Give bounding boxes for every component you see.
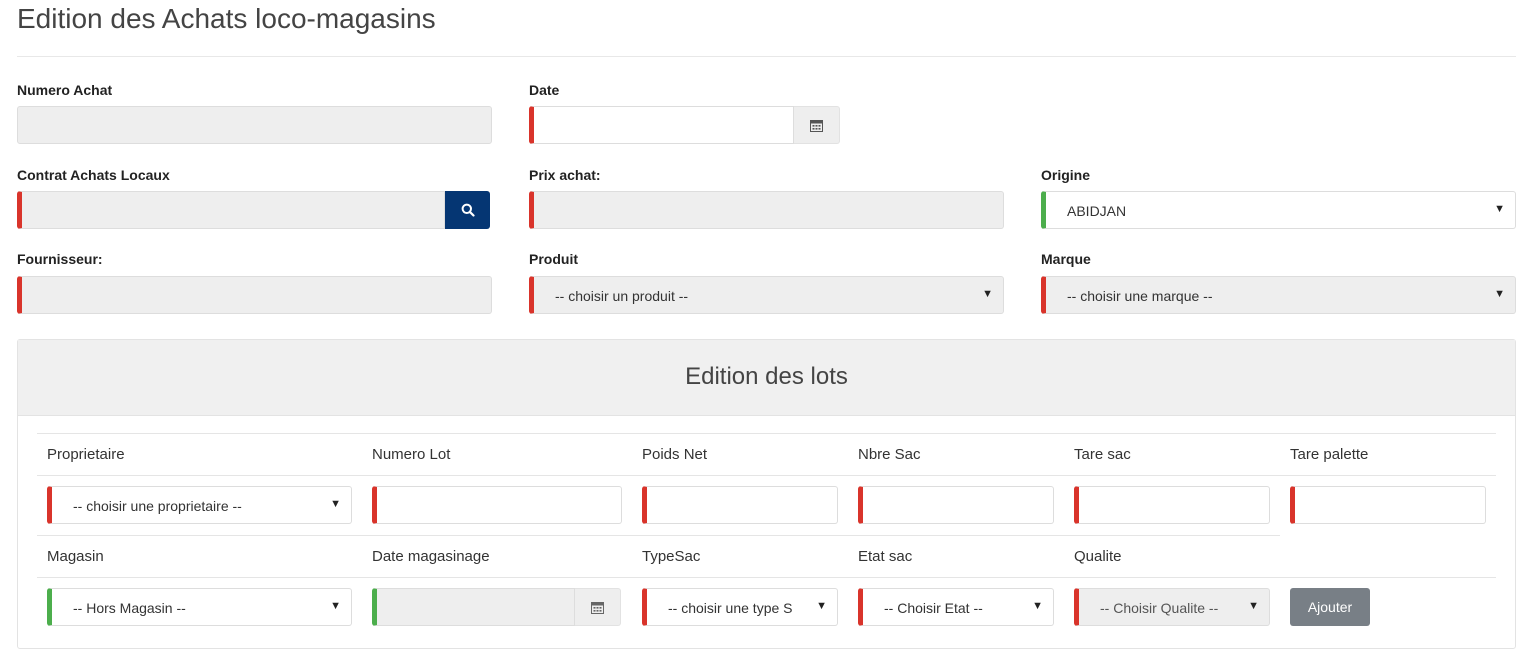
col-header-numero-lot: Numero Lot bbox=[372, 446, 451, 463]
etat-sac-select[interactable]: -- Choisir Etat -- ▼ bbox=[858, 588, 1054, 626]
col-header-date-magasinage: Date magasinage bbox=[372, 548, 490, 565]
table-divider bbox=[37, 433, 1496, 434]
contrat-label: Contrat Achats Locaux bbox=[17, 167, 170, 183]
date-magasinage-input[interactable] bbox=[372, 588, 575, 626]
caret-down-icon: ▼ bbox=[330, 600, 341, 612]
date-calendar-button[interactable] bbox=[794, 106, 840, 144]
poids-net-input[interactable] bbox=[642, 486, 838, 524]
numero-lot-input[interactable] bbox=[372, 486, 622, 524]
magasin-select[interactable]: -- Hors Magasin -- ▼ bbox=[47, 588, 352, 626]
col-header-nbre-sac: Nbre Sac bbox=[858, 446, 921, 463]
contrat-field[interactable] bbox=[17, 191, 445, 229]
page-title: Edition des Achats loco-magasins bbox=[17, 3, 436, 34]
tare-sac-input[interactable] bbox=[1074, 486, 1270, 524]
numero-achat-field[interactable] bbox=[17, 106, 492, 144]
calendar-icon bbox=[591, 601, 604, 614]
produit-value: -- choisir un produit -- bbox=[555, 288, 689, 304]
produit-select[interactable]: -- choisir un produit -- ▼ bbox=[529, 276, 1004, 314]
proprietaire-value: -- choisir une proprietaire -- bbox=[73, 498, 242, 514]
caret-down-icon: ▼ bbox=[982, 288, 993, 300]
marque-select[interactable]: -- choisir une marque -- ▼ bbox=[1041, 276, 1516, 314]
origine-label: Origine bbox=[1041, 167, 1091, 183]
caret-down-icon: ▼ bbox=[816, 600, 827, 612]
title-divider bbox=[17, 56, 1516, 57]
caret-down-icon: ▼ bbox=[330, 498, 341, 510]
caret-down-icon: ▼ bbox=[1494, 203, 1505, 215]
marque-label: Marque bbox=[1041, 251, 1091, 267]
origine-select[interactable]: ABIDJAN ▼ bbox=[1041, 191, 1516, 229]
col-header-etat-sac: Etat sac bbox=[858, 548, 913, 565]
col-header-qualite: Qualite bbox=[1074, 548, 1122, 565]
prix-achat-label: Prix achat: bbox=[529, 167, 601, 183]
qualite-select[interactable]: -- Choisir Qualite -- ▼ bbox=[1074, 588, 1270, 626]
table-divider bbox=[37, 577, 1496, 578]
col-header-type-sac: TypeSac bbox=[642, 548, 701, 565]
tare-palette-input[interactable] bbox=[1290, 486, 1486, 524]
date-label: Date bbox=[529, 82, 560, 98]
type-sac-value: -- choisir une type S bbox=[668, 600, 793, 616]
etat-sac-value: -- Choisir Etat -- bbox=[884, 600, 983, 616]
produit-label: Produit bbox=[529, 251, 578, 267]
caret-down-icon: ▼ bbox=[1248, 600, 1259, 612]
marque-value: -- choisir une marque -- bbox=[1067, 288, 1213, 304]
qualite-value: -- Choisir Qualite -- bbox=[1100, 600, 1219, 616]
contrat-search-button[interactable] bbox=[445, 191, 490, 229]
col-header-magasin: Magasin bbox=[47, 548, 104, 565]
table-divider bbox=[37, 475, 1496, 476]
magasin-value: -- Hors Magasin -- bbox=[73, 600, 186, 616]
calendar-icon bbox=[810, 119, 823, 132]
search-icon bbox=[461, 203, 475, 217]
prix-achat-field[interactable] bbox=[529, 191, 1004, 229]
fournisseur-field[interactable] bbox=[17, 276, 492, 314]
lots-panel-title: Edition des lots bbox=[685, 363, 848, 390]
col-header-tare-palette: Tare palette bbox=[1290, 446, 1369, 463]
caret-down-icon: ▼ bbox=[1032, 600, 1043, 612]
col-header-proprietaire: Proprietaire bbox=[47, 446, 125, 463]
proprietaire-select[interactable]: -- choisir une proprietaire -- ▼ bbox=[47, 486, 352, 524]
caret-down-icon: ▼ bbox=[1494, 288, 1505, 300]
col-header-tare-sac: Tare sac bbox=[1074, 446, 1131, 463]
date-magasinage-calendar-button[interactable] bbox=[575, 588, 621, 626]
table-divider bbox=[37, 535, 1280, 536]
nbre-sac-input[interactable] bbox=[858, 486, 1054, 524]
lots-panel-header: Edition des lots bbox=[18, 340, 1515, 416]
fournisseur-label: Fournisseur: bbox=[17, 251, 103, 267]
col-header-poids-net: Poids Net bbox=[642, 446, 708, 463]
origine-value: ABIDJAN bbox=[1067, 203, 1127, 219]
numero-achat-label: Numero Achat bbox=[17, 82, 113, 98]
ajouter-button[interactable]: Ajouter bbox=[1290, 588, 1370, 626]
type-sac-select[interactable]: -- choisir une type S ▼ bbox=[642, 588, 838, 626]
date-input[interactable] bbox=[529, 106, 794, 144]
